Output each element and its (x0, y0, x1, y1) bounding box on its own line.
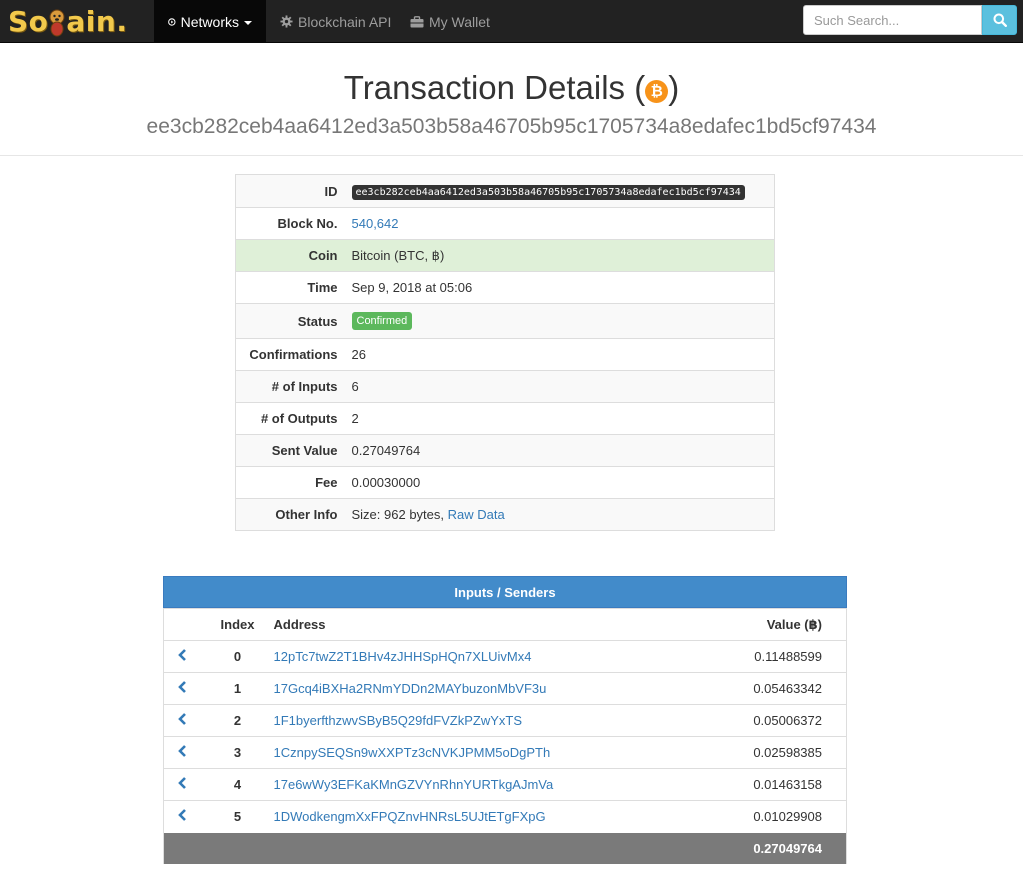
detail-row-outputs: # of Outputs 2 (235, 402, 775, 435)
detail-key: # of Inputs (235, 370, 344, 403)
detail-value: 2 (343, 402, 775, 435)
transaction-id-code: ee3cb282ceb4aa6412ed3a503b58a46705b95c17… (351, 184, 745, 200)
detail-value: Sep 9, 2018 at 05:06 (343, 271, 775, 304)
detail-value: 6 (343, 370, 775, 403)
search-icon (993, 13, 1007, 27)
detail-row-inputs: # of Inputs 6 (235, 370, 775, 403)
detail-row-block: Block No. 540,642 (235, 207, 775, 240)
input-address-link[interactable]: 12pTc7twZ2T1BHv4zJHHSpHQn7XLUivMx4 (273, 640, 704, 673)
detail-key: Coin (235, 239, 344, 272)
detail-row-id: ID ee3cb282ceb4aa6412ed3a503b58a46705b95… (235, 174, 775, 208)
chevron-left-icon[interactable] (176, 648, 190, 662)
input-value: 0.01463158 (703, 768, 847, 801)
input-address-link[interactable]: 17Gcq4iBXHa2RNmYDDn2MAYbuzonMbVF3u (273, 672, 704, 705)
detail-key: Block No. (235, 207, 344, 240)
size-info: Size: 962 bytes, (351, 507, 448, 522)
play-circle-icon (168, 17, 176, 26)
detail-row-status: Status Confirmed (235, 303, 775, 339)
input-index: 1 (201, 672, 274, 705)
nav-networks[interactable]: Networks (154, 0, 266, 43)
detail-row-other-info: Other Info Size: 962 bytes, Raw Data (235, 498, 775, 531)
block-number-link[interactable]: 540,642 (352, 216, 399, 231)
detail-value: Bitcoin (BTC, ฿) (343, 239, 775, 272)
input-address-link[interactable]: 1DWodkengmXxFPQZnvHNRsL5UJtETgFXpG (273, 800, 704, 833)
input-value: 0.01029908 (703, 800, 847, 833)
chevron-left-icon[interactable] (176, 744, 190, 758)
col-index: Index (201, 608, 274, 641)
nav-networks-label: Networks (180, 13, 239, 30)
inputs-header-row: Index Address Value (฿) (163, 608, 847, 641)
detail-key: ID (235, 174, 344, 208)
col-value: Value (฿) (703, 608, 847, 641)
table-row: 1 17Gcq4iBXHa2RNmYDDn2MAYbuzonMbVF3u 0.0… (163, 672, 847, 705)
logo-text: So (8, 5, 49, 38)
search-button[interactable] (982, 5, 1017, 35)
table-row: 3 1CznpySEQSn9wXXPTz3cNVKJPMM5oDgPTh 0.0… (163, 736, 847, 769)
detail-value: 0.00030000 (343, 466, 775, 499)
input-address-link[interactable]: 1F1byerfthzwvSByB5Q29fdFVZkPZwYxTS (273, 704, 704, 737)
input-value: 0.05006372 (703, 704, 847, 737)
input-address-link[interactable]: 17e6wWy3EFKaKMnGZVYnRhnYURTkgAJmVa (273, 768, 704, 801)
search-form (803, 5, 1017, 35)
detail-row-sent-value: Sent Value 0.27049764 (235, 434, 775, 467)
top-navbar: So ain. Networks Blockchain API My Wallet (0, 0, 1023, 43)
caret-down-icon (244, 20, 252, 25)
inputs-total-value: 0.27049764 (703, 832, 847, 864)
briefcase-icon (410, 15, 424, 27)
chevron-left-icon[interactable] (176, 680, 190, 694)
detail-row-coin: Coin Bitcoin (BTC, ฿) (235, 239, 775, 272)
page-title: Transaction Details (₿) (343, 69, 680, 106)
detail-key: Confirmations (235, 338, 344, 371)
detail-key: # of Outputs (235, 402, 344, 435)
page-header: Transaction Details (₿) ee3cb282ceb4aa64… (0, 43, 1023, 156)
input-index: 5 (201, 800, 274, 833)
detail-key: Sent Value (235, 434, 344, 467)
doge-mascot-icon (49, 9, 65, 36)
chevron-left-icon[interactable] (176, 712, 190, 726)
table-row: 4 17e6wWy3EFKaKMnGZVYnRhnYURTkgAJmVa 0.0… (163, 768, 847, 801)
inputs-total-row: 0.27049764 (163, 832, 847, 864)
bitcoin-icon: ₿ (645, 80, 669, 103)
nav-my-wallet-label: My Wallet (429, 13, 490, 30)
search-input[interactable] (803, 5, 982, 35)
table-row: 0 12pTc7twZ2T1BHv4zJHHSpHQn7XLUivMx4 0.1… (163, 640, 847, 673)
input-index: 2 (201, 704, 274, 737)
table-row: 5 1DWodkengmXxFPQZnvHNRsL5UJtETgFXpG 0.0… (163, 800, 847, 833)
input-index: 0 (201, 640, 274, 673)
inputs-table: Index Address Value (฿) 0 12pTc7twZ2T1BH… (163, 608, 847, 864)
input-address-link[interactable]: 1CznpySEQSn9wXXPTz3cNVKJPMM5oDgPTh (273, 736, 704, 769)
input-index: 3 (201, 736, 274, 769)
detail-row-time: Time Sep 9, 2018 at 05:06 (235, 271, 775, 304)
table-row: 2 1F1byerfthzwvSByB5Q29fdFVZkPZwYxTS 0.0… (163, 704, 847, 737)
inputs-panel: Inputs / Senders Index Address Value (฿)… (163, 576, 847, 864)
nav-blockchain-api[interactable]: Blockchain API (266, 0, 405, 43)
sochain-logo[interactable]: So ain. (0, 0, 154, 43)
gear-icon (280, 15, 293, 28)
detail-key: Time (235, 271, 344, 304)
chevron-left-icon[interactable] (176, 776, 190, 790)
transaction-hash: ee3cb282ceb4aa6412ed3a503b58a46705b95c17… (146, 115, 877, 138)
detail-row-fee: Fee 0.00030000 (235, 466, 775, 499)
nav-my-wallet[interactable]: My Wallet (396, 0, 504, 43)
detail-value: 26 (343, 338, 775, 371)
col-address: Address (273, 608, 704, 641)
detail-row-confirmations: Confirmations 26 (235, 338, 775, 371)
chevron-left-icon[interactable] (176, 808, 190, 822)
detail-key: Fee (235, 466, 344, 499)
input-value: 0.05463342 (703, 672, 847, 705)
status-badge: Confirmed (351, 312, 413, 330)
detail-key: Status (235, 303, 344, 339)
transaction-details-table: ID ee3cb282ceb4aa6412ed3a503b58a46705b95… (235, 174, 775, 531)
nav-blockchain-api-label: Blockchain API (298, 13, 392, 30)
input-value: 0.02598385 (703, 736, 847, 769)
detail-key: Other Info (235, 498, 344, 531)
raw-data-link[interactable]: Raw Data (448, 507, 505, 522)
inputs-panel-title: Inputs / Senders (163, 576, 847, 608)
input-index: 4 (201, 768, 274, 801)
input-value: 0.11488599 (703, 640, 847, 673)
detail-value: 0.27049764 (343, 434, 775, 467)
